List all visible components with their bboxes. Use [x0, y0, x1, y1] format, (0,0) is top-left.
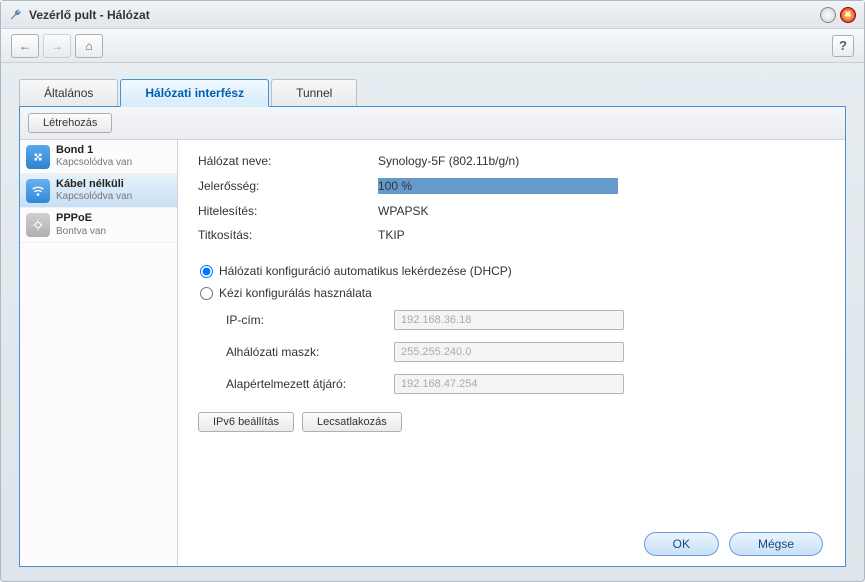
create-button[interactable]: Létrehozás	[28, 113, 112, 133]
info-row-strength: Jelerősség: 100 %	[198, 178, 825, 194]
bond-icon	[26, 145, 50, 169]
sidebar-item-label: PPPoE	[56, 212, 106, 225]
info-row-network-name: Hálózat neve: Synology-5F (802.11b/g/n)	[198, 154, 825, 168]
sidebar-item-label: Kábel nélküli	[56, 178, 132, 191]
radio-dhcp[interactable]	[200, 265, 213, 278]
tab-tunnel[interactable]: Tunnel	[271, 79, 357, 106]
minimize-icon[interactable]	[820, 7, 836, 23]
tab-interface[interactable]: Hálózati interfész	[120, 79, 269, 107]
radio-manual[interactable]	[200, 287, 213, 300]
close-icon[interactable]	[840, 7, 856, 23]
footer: OK Mégse	[198, 522, 825, 556]
field-row-subnet: Alhálózati maszk:	[226, 342, 825, 362]
back-button[interactable]: ←	[11, 34, 39, 58]
label-ip: IP-cím:	[226, 313, 394, 327]
panel: Létrehozás Bond 1 Kapcsolódva van	[19, 107, 846, 567]
input-ip[interactable]	[394, 310, 624, 330]
label-auth: Hitelesítés:	[198, 204, 378, 218]
tabs: Általános Hálózati interfész Tunnel	[19, 79, 846, 107]
sidebar: Bond 1 Kapcsolódva van Kábel nélküli Kap…	[20, 140, 178, 566]
info-row-encryption: Titkosítás: TKIP	[198, 228, 825, 242]
label-gateway: Alapértelmezett átjáró:	[226, 377, 394, 391]
arrow-right-icon: →	[51, 39, 63, 53]
radio-row-manual: Kézi konfigurálás használata	[198, 286, 825, 300]
label-network-name: Hálózat neve:	[198, 154, 378, 168]
field-row-ip: IP-cím:	[226, 310, 825, 330]
titlebar: Vezérlő pult - Hálózat	[1, 1, 864, 29]
label-radio-manual: Kézi konfigurálás használata	[219, 286, 372, 300]
action-row: IPv6 beállítás Lecsatlakozás	[198, 412, 825, 432]
ipv6-button[interactable]: IPv6 beállítás	[198, 412, 294, 432]
label-subnet: Alhálózati maszk:	[226, 345, 394, 359]
window: Vezérlő pult - Hálózat ← → ⌂ ? Általános…	[0, 0, 865, 582]
value-encryption: TKIP	[378, 228, 825, 242]
value-auth: WPAPSK	[378, 204, 825, 218]
sidebar-item-status: Kapcsolódva van	[56, 157, 132, 169]
toolbar: ← → ⌂ ?	[1, 29, 864, 63]
label-encryption: Titkosítás:	[198, 228, 378, 242]
wrench-icon	[9, 8, 23, 22]
label-strength: Jelerősség:	[198, 179, 378, 193]
help-button[interactable]: ?	[832, 35, 854, 57]
detail-pane: Hálózat neve: Synology-5F (802.11b/g/n) …	[178, 140, 845, 566]
disconnect-button[interactable]: Lecsatlakozás	[302, 412, 402, 432]
sidebar-item-bond[interactable]: Bond 1 Kapcsolódva van	[20, 140, 177, 174]
home-button[interactable]: ⌂	[75, 34, 103, 58]
input-subnet[interactable]	[394, 342, 624, 362]
pppoe-icon	[26, 213, 50, 237]
arrow-left-icon: ←	[19, 39, 31, 53]
wifi-icon	[26, 179, 50, 203]
sidebar-item-pppoe[interactable]: PPPoE Bontva van	[20, 208, 177, 242]
field-row-gateway: Alapértelmezett átjáró:	[226, 374, 825, 394]
main: Bond 1 Kapcsolódva van Kábel nélküli Kap…	[20, 140, 845, 566]
label-radio-dhcp: Hálózati konfiguráció automatikus lekérd…	[219, 264, 512, 278]
forward-button[interactable]: →	[43, 34, 71, 58]
sidebar-item-label: Bond 1	[56, 144, 132, 157]
sidebar-item-status: Kapcsolódva van	[56, 191, 132, 203]
info-row-auth: Hitelesítés: WPAPSK	[198, 204, 825, 218]
ok-button[interactable]: OK	[644, 532, 719, 556]
radio-row-dhcp: Hálózati konfiguráció automatikus lekérd…	[198, 264, 825, 278]
sidebar-item-wireless[interactable]: Kábel nélküli Kapcsolódva van	[20, 174, 177, 208]
subtoolbar: Létrehozás	[20, 107, 845, 140]
sidebar-item-status: Bontva van	[56, 226, 106, 238]
value-network-name: Synology-5F (802.11b/g/n)	[378, 154, 825, 168]
content: Általános Hálózati interfész Tunnel Létr…	[1, 63, 864, 581]
home-icon: ⌂	[85, 39, 92, 53]
tab-general[interactable]: Általános	[19, 79, 118, 106]
window-title: Vezérlő pult - Hálózat	[29, 8, 816, 22]
cancel-button[interactable]: Mégse	[729, 532, 823, 556]
help-icon: ?	[839, 38, 847, 53]
value-strength: 100 %	[378, 178, 618, 194]
input-gateway[interactable]	[394, 374, 624, 394]
